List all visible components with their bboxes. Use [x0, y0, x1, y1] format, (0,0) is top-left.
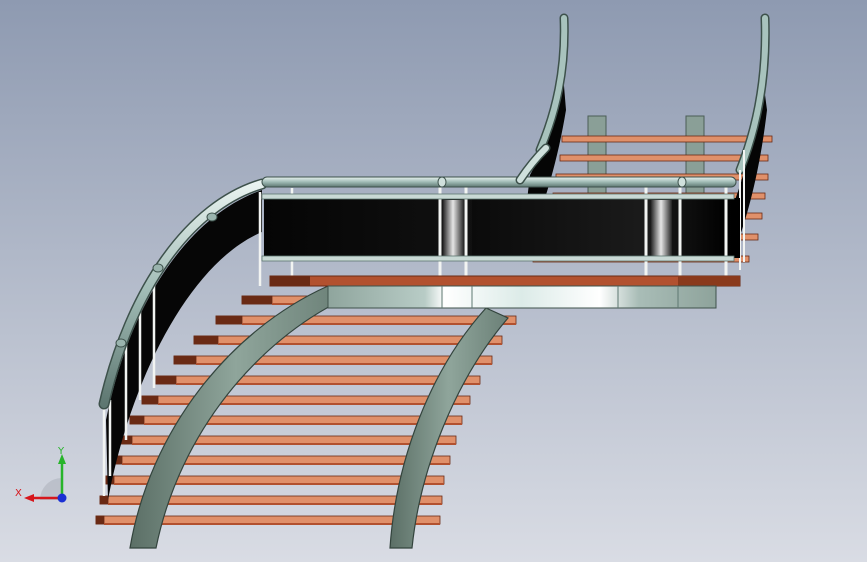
x-axis-label: X	[15, 488, 22, 499]
upper-tread	[561, 135, 773, 143]
rail-joint	[115, 338, 127, 348]
landing-top-handrail	[261, 176, 737, 188]
stair-model-canvas[interactable]: Y X	[0, 0, 867, 562]
panel-clamp-cylinder	[442, 200, 464, 256]
3d-viewport[interactable]: Y X	[0, 0, 867, 562]
y-axis-label: Y	[57, 446, 65, 457]
rail-joint	[152, 263, 164, 273]
rail-joint	[206, 212, 218, 222]
panel-clamp-cylinder	[650, 200, 672, 256]
upper-tread	[559, 154, 769, 162]
rail-joint	[437, 176, 447, 188]
rail-joint	[677, 176, 687, 188]
z-axis-dot	[57, 493, 67, 503]
landing-platform	[327, 285, 717, 309]
landing-tread-edge	[269, 275, 741, 287]
